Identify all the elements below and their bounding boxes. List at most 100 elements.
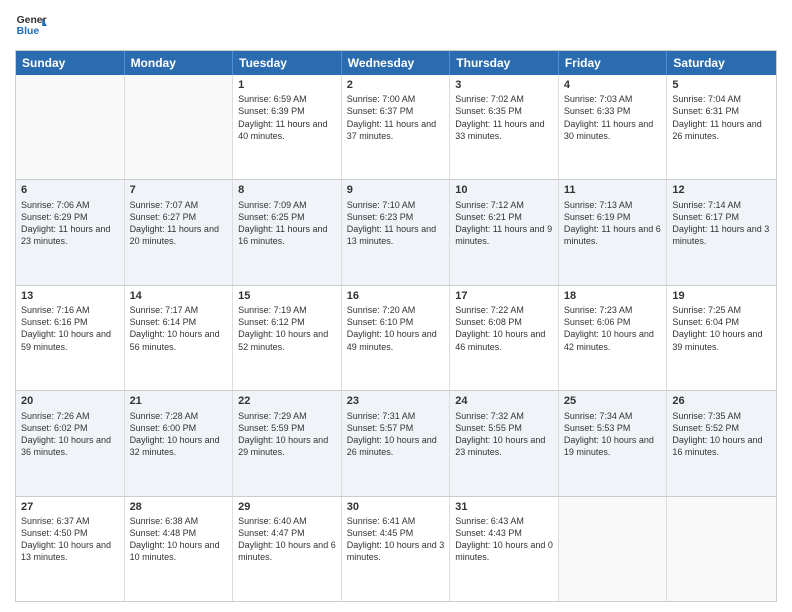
calendar-row-1: 1Sunrise: 6:59 AM Sunset: 6:39 PM Daylig… [16,75,776,179]
day-number: 16 [347,289,445,303]
day-number: 14 [130,289,228,303]
calendar-row-2: 6 Sunrise: 7:06 AM Sunset: 6:29 PM Daylig… [16,179,776,284]
day-content: Sunrise: 7:26 AM Sunset: 6:02 PM Dayligh… [21,410,119,459]
day-number: 28 [130,500,228,514]
day-content: Sunrise: 7:04 AM Sunset: 6:31 PM Dayligh… [672,93,771,142]
day-cell-24: 24 Sunrise: 7:32 AM Sunset: 5:55 PM Dayli… [450,391,559,495]
day-cell-28: 28Sunrise: 6:38 AM Sunset: 4:48 PM Dayli… [125,497,234,601]
day-content: Sunrise: 7:13 AM Sunset: 6:19 PM Dayligh… [564,199,662,248]
logo-icon: General Blue [15,10,47,42]
day-cell-27: 27Sunrise: 6:37 AM Sunset: 4:50 PM Dayli… [16,497,125,601]
day-cell-17: 17Sunrise: 7:22 AM Sunset: 6:08 PM Dayli… [450,286,559,390]
day-content: Sunrise: 7:07 AM Sunset: 6:27 PM Dayligh… [130,199,228,248]
day-content: Sunrise: 7:25 AM Sunset: 6:04 PM Dayligh… [672,304,771,353]
day-content: Sunrise: 7:00 AM Sunset: 6:37 PM Dayligh… [347,93,445,142]
day-cell-23: 23 Sunrise: 7:31 AM Sunset: 5:57 PM Dayli… [342,391,451,495]
calendar-row-4: 20 Sunrise: 7:26 AM Sunset: 6:02 PM Dayli… [16,390,776,495]
day-cell-20: 20 Sunrise: 7:26 AM Sunset: 6:02 PM Dayli… [16,391,125,495]
day-number: 7 [130,183,228,197]
logo: General Blue [15,10,47,42]
day-cell-1: 1Sunrise: 6:59 AM Sunset: 6:39 PM Daylig… [233,75,342,179]
day-cell-4: 4Sunrise: 7:03 AM Sunset: 6:33 PM Daylig… [559,75,668,179]
day-number: 13 [21,289,119,303]
day-header-saturday: Saturday [667,51,776,75]
day-content: Sunrise: 7:23 AM Sunset: 6:06 PM Dayligh… [564,304,662,353]
day-content: Sunrise: 7:28 AM Sunset: 6:00 PM Dayligh… [130,410,228,459]
day-cell-2: 2Sunrise: 7:00 AM Sunset: 6:37 PM Daylig… [342,75,451,179]
day-content: Sunrise: 7:32 AM Sunset: 5:55 PM Dayligh… [455,410,553,459]
day-number: 29 [238,500,336,514]
day-cell-3: 3Sunrise: 7:02 AM Sunset: 6:35 PM Daylig… [450,75,559,179]
day-number: 18 [564,289,662,303]
day-number: 23 [347,394,445,408]
day-cell-16: 16Sunrise: 7:20 AM Sunset: 6:10 PM Dayli… [342,286,451,390]
day-cell-22: 22 Sunrise: 7:29 AM Sunset: 5:59 PM Dayli… [233,391,342,495]
day-number: 24 [455,394,553,408]
day-number: 17 [455,289,553,303]
day-header-tuesday: Tuesday [233,51,342,75]
day-content: Sunrise: 7:35 AM Sunset: 5:52 PM Dayligh… [672,410,771,459]
day-content: Sunrise: 7:06 AM Sunset: 6:29 PM Dayligh… [21,199,119,248]
day-content: Sunrise: 7:02 AM Sunset: 6:35 PM Dayligh… [455,93,553,142]
day-cell-12: 12 Sunrise: 7:14 AM Sunset: 6:17 PM Dayli… [667,180,776,284]
day-cell-15: 15Sunrise: 7:19 AM Sunset: 6:12 PM Dayli… [233,286,342,390]
day-content: Sunrise: 7:22 AM Sunset: 6:08 PM Dayligh… [455,304,553,353]
day-number: 21 [130,394,228,408]
calendar-row-5: 27Sunrise: 6:37 AM Sunset: 4:50 PM Dayli… [16,496,776,601]
day-number: 12 [672,183,771,197]
header: General Blue [15,10,777,42]
day-content: Sunrise: 6:59 AM Sunset: 6:39 PM Dayligh… [238,93,336,142]
day-number: 3 [455,78,553,92]
day-cell-30: 30Sunrise: 6:41 AM Sunset: 4:45 PM Dayli… [342,497,451,601]
day-number: 27 [21,500,119,514]
calendar-row-3: 13Sunrise: 7:16 AM Sunset: 6:16 PM Dayli… [16,285,776,390]
day-content: Sunrise: 7:12 AM Sunset: 6:21 PM Dayligh… [455,199,553,248]
day-number: 9 [347,183,445,197]
day-cell-19: 19Sunrise: 7:25 AM Sunset: 6:04 PM Dayli… [667,286,776,390]
day-number: 11 [564,183,662,197]
day-cell-10: 10Sunrise: 7:12 AM Sunset: 6:21 PM Dayli… [450,180,559,284]
day-number: 26 [672,394,771,408]
day-cell-29: 29Sunrise: 6:40 AM Sunset: 4:47 PM Dayli… [233,497,342,601]
day-cell-11: 11 Sunrise: 7:13 AM Sunset: 6:19 PM Dayli… [559,180,668,284]
calendar: SundayMondayTuesdayWednesdayThursdayFrid… [15,50,777,602]
day-cell-18: 18Sunrise: 7:23 AM Sunset: 6:06 PM Dayli… [559,286,668,390]
day-content: Sunrise: 7:29 AM Sunset: 5:59 PM Dayligh… [238,410,336,459]
day-content: Sunrise: 6:40 AM Sunset: 4:47 PM Dayligh… [238,515,336,564]
day-header-thursday: Thursday [450,51,559,75]
day-number: 22 [238,394,336,408]
day-content: Sunrise: 7:03 AM Sunset: 6:33 PM Dayligh… [564,93,662,142]
day-number: 31 [455,500,553,514]
calendar-header: SundayMondayTuesdayWednesdayThursdayFrid… [16,51,776,75]
calendar-body: 1Sunrise: 6:59 AM Sunset: 6:39 PM Daylig… [16,75,776,601]
day-content: Sunrise: 6:43 AM Sunset: 4:43 PM Dayligh… [455,515,553,564]
day-number: 20 [21,394,119,408]
day-number: 30 [347,500,445,514]
empty-cell-w4c6 [667,497,776,601]
day-content: Sunrise: 7:14 AM Sunset: 6:17 PM Dayligh… [672,199,771,248]
empty-cell-w0c1 [125,75,234,179]
day-number: 8 [238,183,336,197]
page: General Blue SundayMondayTuesdayWednesda… [0,0,792,612]
day-content: Sunrise: 7:19 AM Sunset: 6:12 PM Dayligh… [238,304,336,353]
day-number: 25 [564,394,662,408]
day-cell-5: 5Sunrise: 7:04 AM Sunset: 6:31 PM Daylig… [667,75,776,179]
day-number: 1 [238,78,336,92]
day-content: Sunrise: 7:31 AM Sunset: 5:57 PM Dayligh… [347,410,445,459]
day-cell-25: 25 Sunrise: 7:34 AM Sunset: 5:53 PM Dayli… [559,391,668,495]
day-cell-31: 31Sunrise: 6:43 AM Sunset: 4:43 PM Dayli… [450,497,559,601]
day-content: Sunrise: 7:20 AM Sunset: 6:10 PM Dayligh… [347,304,445,353]
day-cell-8: 8Sunrise: 7:09 AM Sunset: 6:25 PM Daylig… [233,180,342,284]
day-content: Sunrise: 6:38 AM Sunset: 4:48 PM Dayligh… [130,515,228,564]
day-cell-26: 26 Sunrise: 7:35 AM Sunset: 5:52 PM Dayli… [667,391,776,495]
day-content: Sunrise: 7:10 AM Sunset: 6:23 PM Dayligh… [347,199,445,248]
day-content: Sunrise: 7:17 AM Sunset: 6:14 PM Dayligh… [130,304,228,353]
day-number: 4 [564,78,662,92]
day-number: 19 [672,289,771,303]
day-cell-6: 6 Sunrise: 7:06 AM Sunset: 6:29 PM Daylig… [16,180,125,284]
day-content: Sunrise: 7:16 AM Sunset: 6:16 PM Dayligh… [21,304,119,353]
day-content: Sunrise: 7:34 AM Sunset: 5:53 PM Dayligh… [564,410,662,459]
day-number: 6 [21,183,119,197]
empty-cell-w4c5 [559,497,668,601]
day-cell-21: 21 Sunrise: 7:28 AM Sunset: 6:00 PM Dayli… [125,391,234,495]
